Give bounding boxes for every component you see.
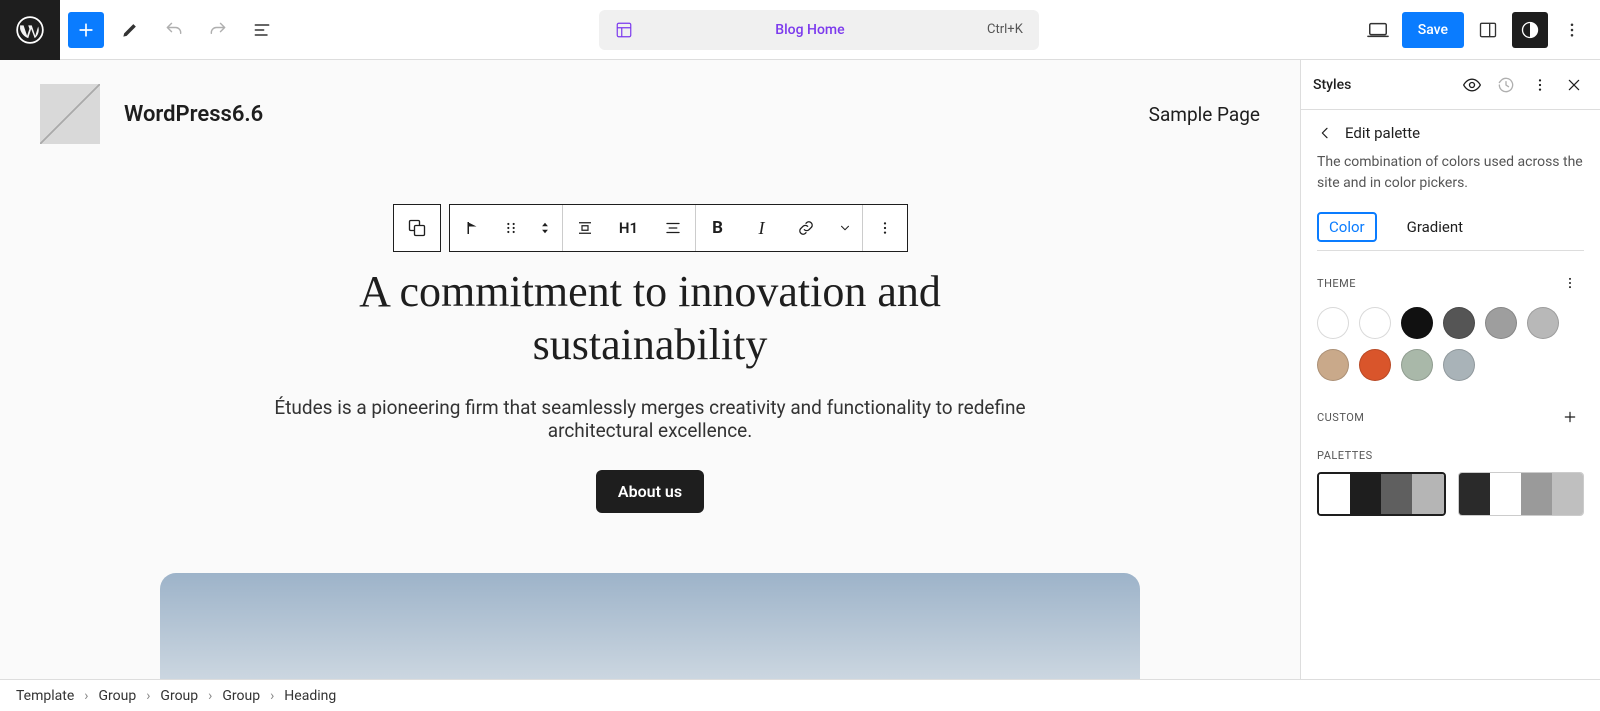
block-type-icon[interactable] [450,205,494,251]
theme-swatch-4[interactable] [1485,307,1517,339]
block-parent-selector[interactable] [393,204,441,252]
theme-swatch-6[interactable] [1317,349,1349,381]
hero-heading[interactable]: A commitment to innovation and sustainab… [260,266,1040,372]
block-drag-handle[interactable] [494,205,528,251]
color-gradient-tabs: Color Gradient [1317,212,1584,251]
theme-swatch-3[interactable] [1443,307,1475,339]
site-title[interactable]: WordPress6.6 [124,102,263,127]
theme-swatch-1[interactable] [1359,307,1391,339]
options-menu-button[interactable] [1554,12,1590,48]
breadcrumb-sep: › [146,688,150,704]
device-preview-button[interactable] [1360,12,1396,48]
custom-section-label: CUSTOM [1317,411,1364,424]
redo-button[interactable] [200,12,236,48]
block-toolbar: H1 B I [449,204,908,252]
bold-button[interactable]: B [696,205,740,251]
styles-sidebar: Styles Edit palette The combination of c… [1300,60,1600,679]
align-button[interactable] [563,205,607,251]
toolbar-center: Blog Home Ctrl+K [288,10,1350,50]
hero-image-block[interactable] [160,573,1140,679]
toolbar-left [60,12,288,48]
hero-subtext[interactable]: Études is a pioneering firm that seamles… [260,396,1040,442]
block-move-arrows[interactable] [528,205,562,251]
sidebar-title: Styles [1313,77,1452,93]
save-button[interactable]: Save [1402,12,1464,48]
breadcrumb-item[interactable]: Heading [284,688,336,704]
palette-description: The combination of colors used across th… [1317,152,1584,194]
text-align-button[interactable] [651,205,695,251]
undo-button[interactable] [156,12,192,48]
template-icon [615,21,633,39]
site-logo-placeholder[interactable] [40,84,100,144]
more-rich-text-button[interactable] [828,205,862,251]
tab-color[interactable]: Color [1317,212,1377,242]
back-chevron-icon[interactable] [1317,125,1333,141]
template-locator[interactable]: Blog Home Ctrl+K [599,10,1039,50]
italic-button[interactable]: I [740,205,784,251]
locator-shortcut: Ctrl+K [987,22,1023,37]
close-sidebar-icon[interactable] [1560,71,1588,99]
block-breadcrumb: Template › Group › Group › Group › Heading [0,679,1600,711]
breadcrumb-sep: › [208,688,212,704]
theme-section-label: THEME [1317,277,1356,290]
breadcrumb-item[interactable]: Group [98,688,136,704]
sidebar-header: Styles [1301,60,1600,110]
theme-swatch-8[interactable] [1401,349,1433,381]
nav-item-sample-page[interactable]: Sample Page [1149,103,1260,126]
about-us-button[interactable]: About us [596,470,704,513]
locator-label: Blog Home [645,22,975,38]
block-options-button[interactable] [863,205,907,251]
tab-gradient[interactable]: Gradient [1397,212,1473,250]
breadcrumb-item[interactable]: Group [222,688,260,704]
sidebar-more-icon[interactable] [1526,71,1554,99]
breadcrumb-item[interactable]: Group [160,688,198,704]
revisions-icon[interactable] [1492,71,1520,99]
palette-option-0[interactable] [1317,472,1446,516]
hero-block: H1 B I [260,204,1040,513]
theme-swatch-0[interactable] [1317,307,1349,339]
palette-option-1[interactable] [1458,472,1585,516]
editor-topbar: Blog Home Ctrl+K Save [0,0,1600,60]
styles-panel-toggle[interactable] [1512,12,1548,48]
heading-level-button[interactable]: H1 [607,205,651,251]
link-button[interactable] [784,205,828,251]
theme-swatch-2[interactable] [1401,307,1433,339]
theme-swatch-5[interactable] [1527,307,1559,339]
add-custom-color-icon[interactable] [1556,403,1584,431]
wordpress-logo[interactable] [0,0,60,60]
toolbar-right: Save [1350,12,1600,48]
style-book-icon[interactable] [1458,71,1486,99]
theme-more-icon[interactable] [1556,269,1584,297]
edit-tool-button[interactable] [112,12,148,48]
palettes-row [1317,472,1584,516]
editor-canvas: WordPress6.6 Sample Page [0,60,1300,679]
palettes-section-label: PALETTES [1317,449,1373,462]
theme-swatches [1317,307,1584,381]
settings-panel-toggle[interactable] [1470,12,1506,48]
breadcrumb-sep: › [270,688,274,704]
theme-swatch-7[interactable] [1359,349,1391,381]
theme-swatch-9[interactable] [1443,349,1475,381]
breadcrumb-sep: › [84,688,88,704]
block-inserter-button[interactable] [68,12,104,48]
document-overview-button[interactable] [244,12,280,48]
breadcrumb-item[interactable]: Template [16,688,74,704]
sidebar-crumb-label: Edit palette [1345,124,1420,142]
site-header: WordPress6.6 Sample Page [40,84,1260,144]
